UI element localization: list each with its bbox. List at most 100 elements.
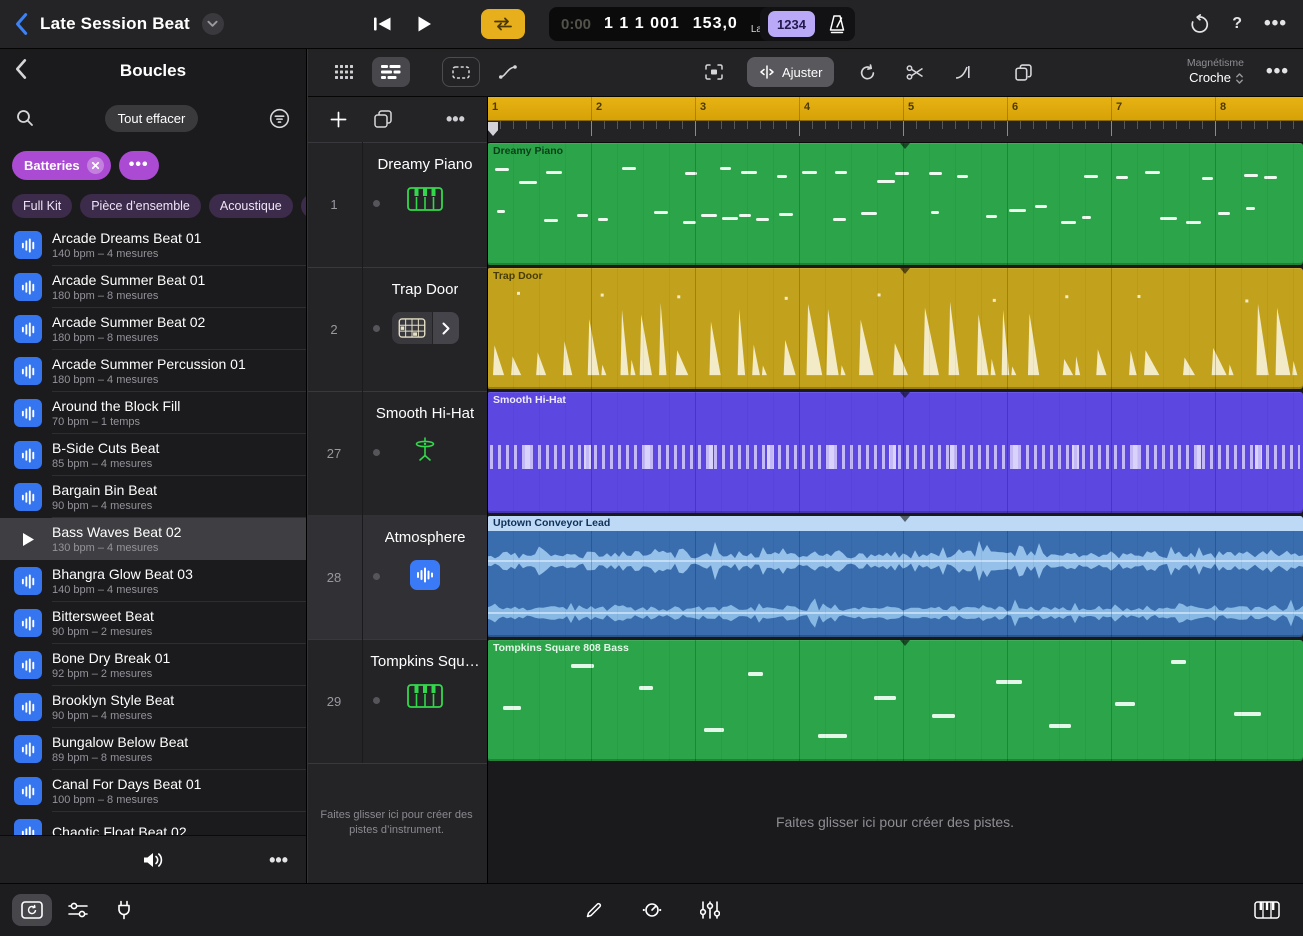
loop-list-item[interactable]: Chaotic Float Beat 02 — [0, 812, 306, 836]
copy-paste-button[interactable] — [1004, 57, 1042, 87]
expand-track-chevron-button[interactable] — [432, 312, 459, 344]
marquee-tool-button[interactable] — [442, 57, 480, 87]
toolbar-more-button[interactable]: ••• — [1266, 61, 1289, 83]
split-tool-button[interactable] — [896, 57, 934, 87]
play-button[interactable] — [416, 15, 433, 33]
track-headers-column: ••• 1 Dreamy Piano 2 Trap Door 27 Smooth… — [306, 96, 488, 884]
loop-list-item[interactable]: Around the Block Fill 70 bpm – 1 temps — [0, 392, 306, 434]
tag-electro[interactable]: Électro — [300, 194, 306, 218]
browser-more-button[interactable]: ••• — [269, 850, 288, 871]
cycle-ruler[interactable]: 1 2 3 4 5 6 7 8 — [487, 96, 1303, 121]
loop-title: Bass Waves Beat 02 — [52, 524, 182, 540]
faders-icon — [699, 901, 720, 919]
loop-title: Bittersweet Beat — [52, 608, 154, 624]
region-trap-door[interactable]: Trap Door — [487, 268, 1303, 389]
loop-browser-button[interactable] — [12, 894, 52, 926]
track-header-atmosphere[interactable]: 28 Atmosphere — [306, 515, 487, 640]
loop-list-item[interactable]: Bargain Bin Beat 90 bpm – 4 mesures — [0, 476, 306, 518]
play-icon — [14, 525, 42, 553]
count-in-button[interactable]: 1234 — [768, 11, 815, 37]
loop-list-item[interactable]: B-Side Cuts Beat 85 bpm – 4 mesures — [0, 434, 306, 476]
track-header-trap-door[interactable]: 2 Trap Door — [306, 267, 487, 392]
help-button[interactable]: ? — [1232, 15, 1242, 33]
loop-list-item[interactable]: Bhangra Glow Beat 03 140 bpm – 4 mesures — [0, 560, 306, 602]
loop-list-item[interactable]: Arcade Summer Beat 01 180 bpm – 8 mesures — [0, 266, 306, 308]
adjust-tool-button[interactable]: Ajuster — [747, 57, 835, 87]
clear-all-button[interactable]: Tout effacer — [104, 104, 199, 132]
back-button[interactable] — [14, 12, 28, 36]
track-name: Smooth Hi-Hat — [375, 405, 475, 422]
loops-browser-panel: Boucles Tout effacer Batteries ••• Full … — [0, 48, 307, 884]
hi-hat-icon — [412, 436, 438, 462]
duplicate-track-button[interactable] — [374, 110, 392, 128]
region-dreamy-piano[interactable]: Dreamy Piano — [487, 143, 1303, 265]
snap-setting-button[interactable]: Magnétisme Croche — [1187, 57, 1244, 88]
loop-list-item[interactable]: Bungalow Below Beat 89 bpm – 8 mesures — [0, 728, 306, 770]
browser-back-button[interactable] — [14, 58, 27, 80]
transform-tool-button[interactable] — [695, 57, 733, 87]
ruler-tick-strip[interactable] — [487, 121, 1303, 143]
metronome-button[interactable] — [827, 14, 847, 34]
tag-full-kit[interactable]: Full Kit — [12, 194, 73, 218]
region-tompkins-square-808-bass[interactable]: Tompkins Square 808 Bass — [487, 640, 1303, 761]
loop-list-item[interactable]: Bass Waves Beat 02 130 bpm – 4 mesures — [0, 518, 306, 560]
loop-list-item[interactable]: Arcade Summer Percussion 01 180 bpm – 4 m… — [0, 350, 306, 392]
loop-tool-button[interactable] — [848, 57, 886, 87]
loop-list-item[interactable]: Arcade Summer Beat 02 180 bpm – 8 mesures — [0, 308, 306, 350]
fade-icon — [955, 65, 971, 79]
lcd-time: 0:00 — [561, 15, 592, 33]
project-title: Late Session Beat — [40, 14, 190, 33]
track-lane-dreamy-piano: Dreamy Piano — [487, 142, 1303, 267]
mixer-button[interactable] — [58, 894, 98, 926]
tracks-view-button[interactable] — [372, 57, 410, 87]
automation-button[interactable] — [489, 57, 527, 87]
loop-list-item[interactable]: Arcade Dreams Beat 01 140 bpm – 4 mesures — [0, 224, 306, 266]
loop-list-item[interactable]: Bone Dry Break 01 92 bpm – 2 mesures — [0, 644, 306, 686]
fade-tool-button[interactable] — [944, 57, 982, 87]
go-to-beginning-button[interactable] — [372, 16, 392, 32]
automation-toggle-button[interactable] — [632, 894, 672, 926]
track-status-dot — [373, 697, 380, 704]
track-header-tompkins-square[interactable]: 29 Tompkins Squ… — [306, 639, 487, 764]
plus-icon — [330, 111, 347, 128]
tag-piece-densemble[interactable]: Pièce d’ensemble — [80, 194, 201, 218]
add-track-button[interactable] — [330, 111, 347, 128]
loop-boundary-marker — [900, 516, 910, 522]
track-lane-smooth-hi-hat: Smooth Hi-Hat — [487, 391, 1303, 515]
edit-button[interactable] — [574, 894, 614, 926]
dial-icon — [642, 900, 662, 920]
track-header-smooth-hi-hat[interactable]: 27 Smooth Hi-Hat — [306, 391, 487, 516]
plugins-button[interactable] — [104, 894, 144, 926]
more-options-button[interactable]: ••• — [1264, 13, 1287, 35]
loop-list-item[interactable]: Bittersweet Beat 90 bpm – 2 mesures — [0, 602, 306, 644]
search-button[interactable] — [16, 109, 34, 127]
filter-button[interactable] — [269, 108, 290, 129]
drum-pads-icon[interactable] — [391, 312, 432, 344]
live-loops-grid-button[interactable] — [325, 57, 363, 87]
play-surface-keyboard-button[interactable] — [1247, 894, 1287, 926]
loop-subtitle: 90 bpm – 2 mesures — [52, 626, 153, 638]
loop-subtitle: 89 bpm – 8 mesures — [52, 752, 153, 764]
loop-list-item[interactable]: Brooklyn Style Beat 90 bpm – 4 mesures — [0, 686, 306, 728]
preview-volume-button[interactable] — [142, 851, 164, 869]
bar-number: 2 — [596, 101, 603, 113]
loop-list-item[interactable]: Canal For Days Beat 01 100 bpm – 8 mesure… — [0, 770, 306, 812]
smart-controls-button[interactable] — [690, 894, 730, 926]
loop-subtitle: 180 bpm – 4 mesures — [52, 374, 159, 386]
audio-waveform — [487, 540, 1303, 628]
track-status-dot — [373, 200, 380, 207]
track-header-dreamy-piano[interactable]: 1 Dreamy Piano — [306, 142, 487, 268]
region-uptown-conveyor-lead[interactable]: Uptown Conveyor Lead — [487, 516, 1303, 637]
bar-number: 1 — [492, 101, 499, 113]
timeline-area: 1 2 3 4 5 6 7 8 Dreamy Piano Trap Door Smooth H… — [487, 96, 1303, 884]
filter-chip-batteries[interactable]: Batteries — [12, 150, 111, 180]
track-options-button[interactable]: ••• — [446, 109, 465, 130]
remove-filter-icon[interactable] — [86, 156, 104, 174]
cycle-button[interactable] — [481, 9, 525, 39]
project-menu-button[interactable] — [201, 13, 224, 35]
transform-icon — [705, 64, 723, 80]
region-smooth-hi-hat[interactable]: Smooth Hi-Hat — [487, 392, 1303, 513]
more-filters-button[interactable]: ••• — [118, 150, 159, 180]
tag-acoustique[interactable]: Acoustique — [208, 194, 293, 218]
undo-button[interactable] — [1190, 14, 1210, 34]
